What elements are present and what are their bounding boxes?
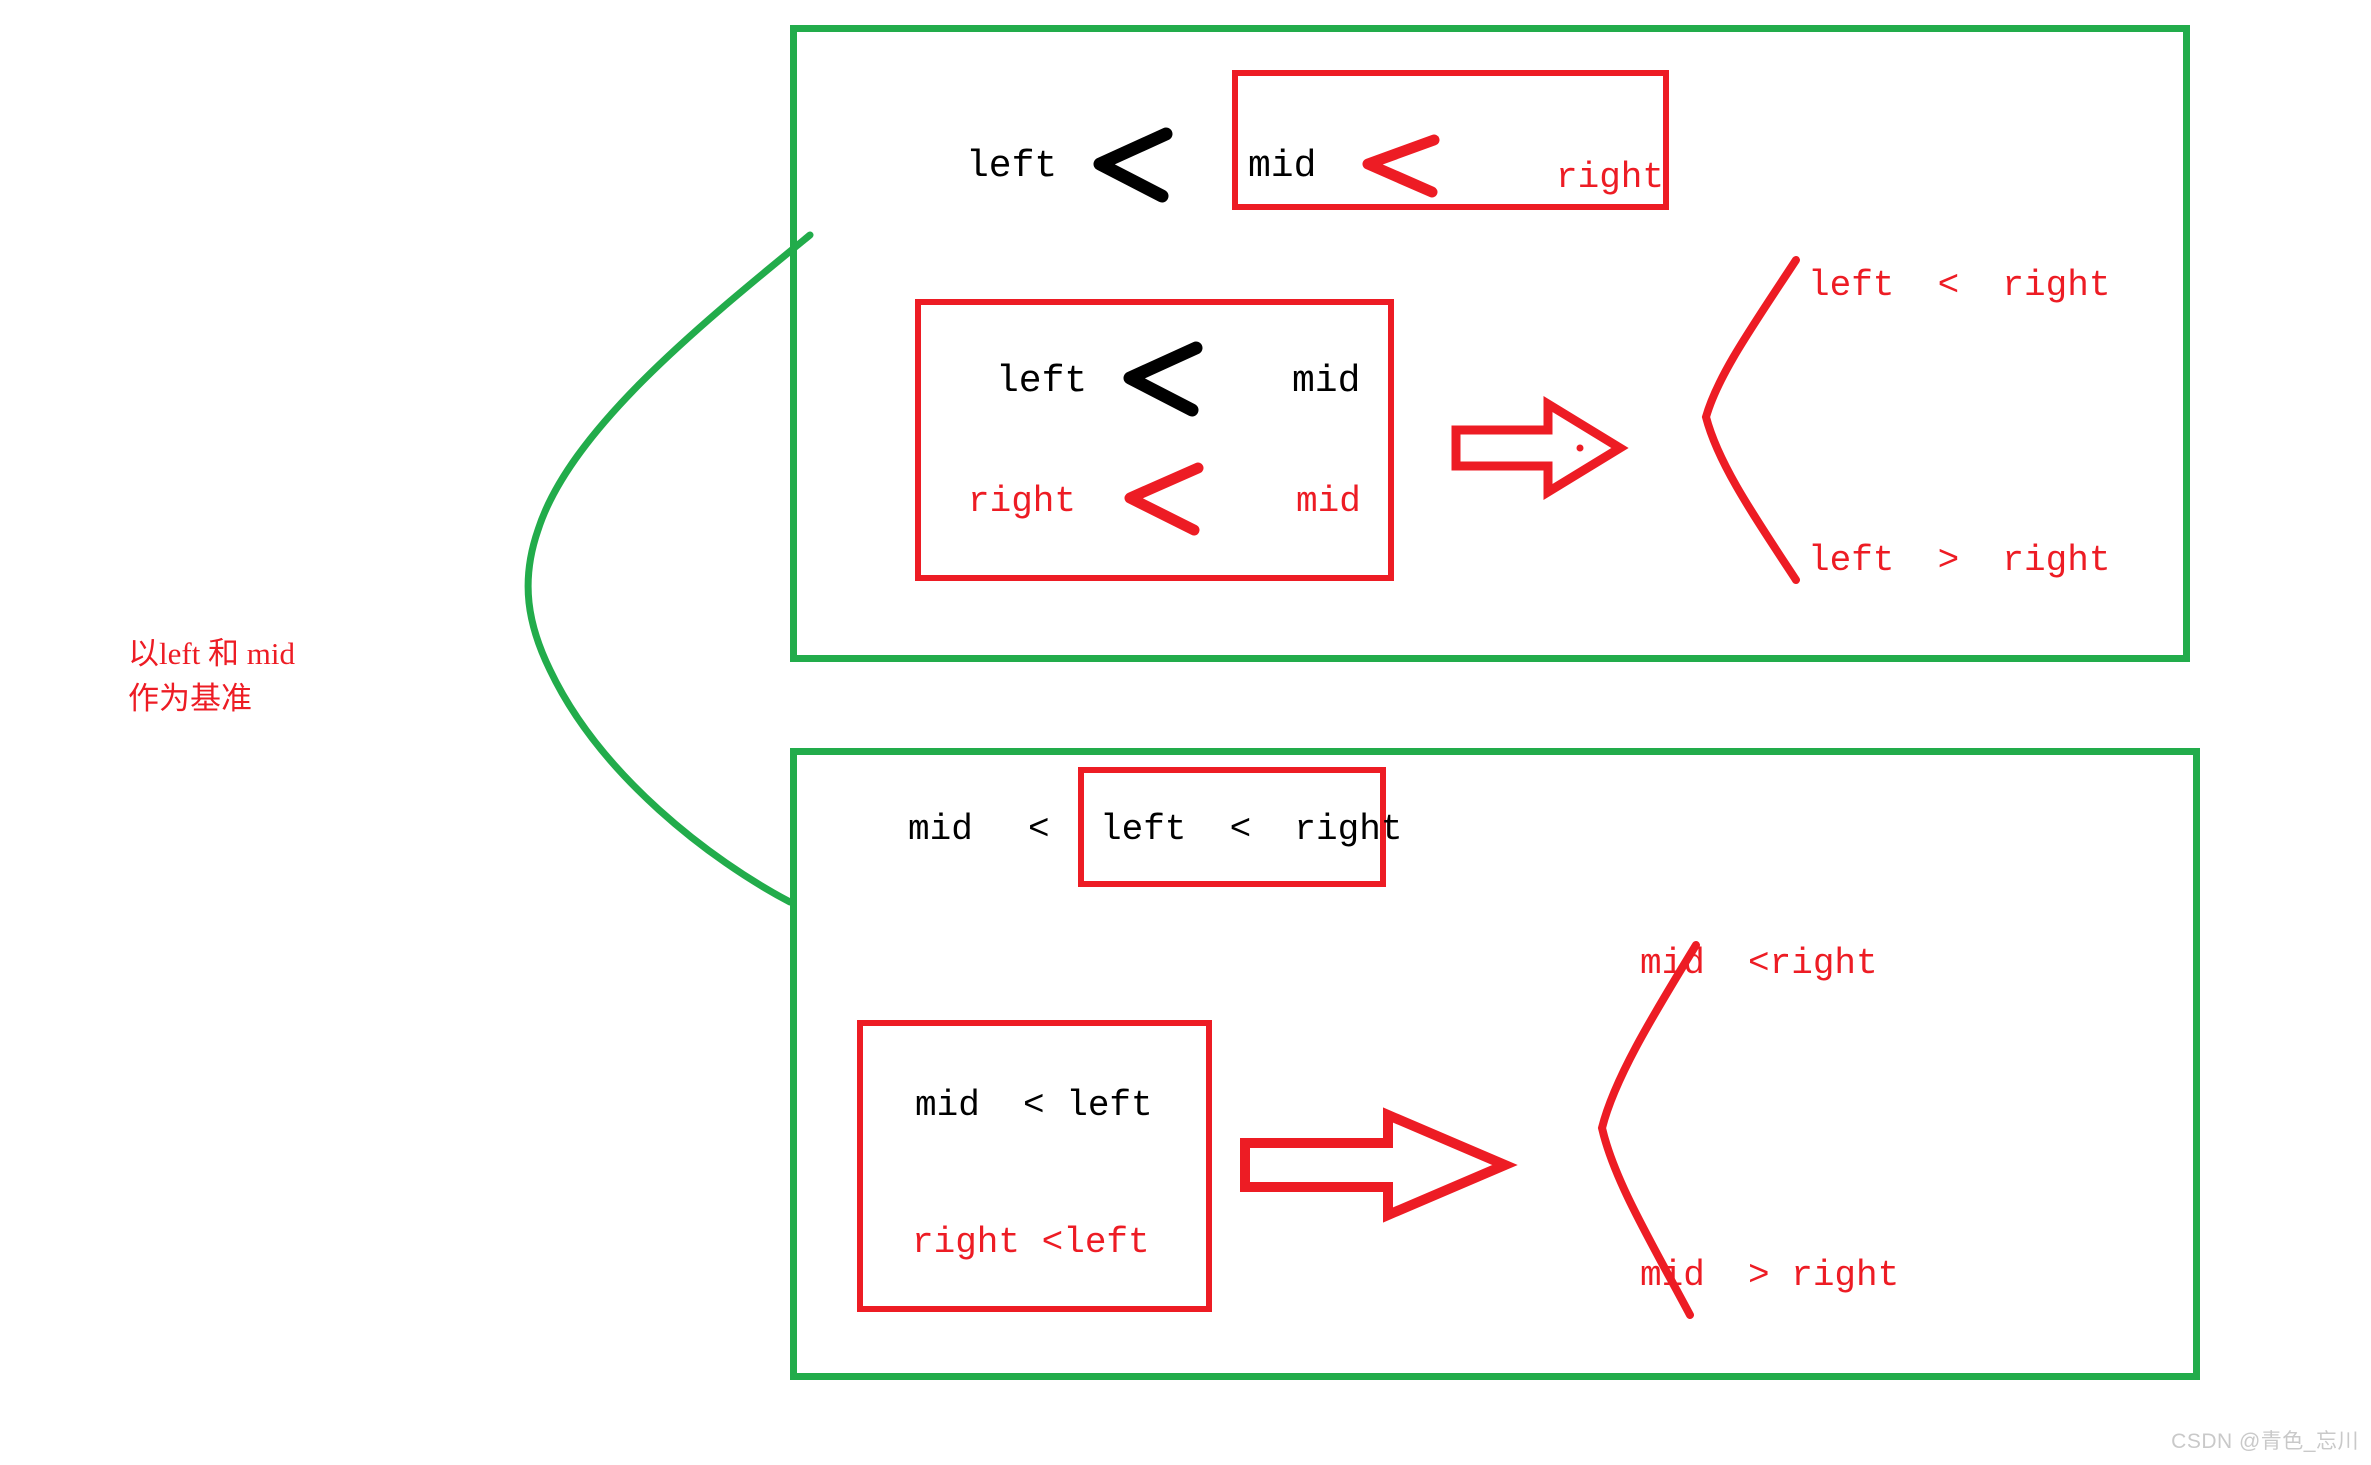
g2-case-row2: right <left [912, 1222, 1150, 1263]
g1-result-brace [1701, 256, 1800, 584]
g2-outcome-top: mid <right [1640, 943, 1878, 984]
g2-outcome-bottom: mid > right [1640, 1255, 1900, 1296]
g1-premise-mid: mid [1248, 145, 1317, 188]
diagram-canvas: 以left 和 mid 作为基准 left mid right left mid… [0, 0, 2371, 1465]
g1-case-row2-a: right [968, 481, 1077, 522]
g2-case-box [857, 1020, 1212, 1312]
g2-premise-op: < [1028, 809, 1050, 850]
g1-outcome-top: left < right [1808, 265, 2111, 306]
g1-implies-arrow-icon [1451, 395, 1629, 501]
basis-caption: 以left 和 mid 作为基准 [128, 636, 296, 716]
g1-premise-right: right [1556, 157, 1665, 198]
g2-case-row1: mid < left [915, 1085, 1153, 1126]
g2-premise-a: mid [908, 809, 973, 850]
g2-implies-arrow-icon [1240, 1107, 1518, 1223]
g1-case-row2-b: mid [1296, 481, 1361, 522]
g1-case-row2-lt-icon [1124, 462, 1204, 536]
g1-premise-lt-icon-black [1093, 127, 1173, 203]
green-connector-brace [524, 231, 814, 906]
g1-case-row1-b: mid [1292, 360, 1361, 403]
g1-premise-left: left [966, 145, 1058, 188]
g1-case-row1-a: left [996, 360, 1088, 403]
g1-outcome-bottom: left > right [1808, 540, 2111, 581]
g1-case-row1-lt-icon [1123, 341, 1203, 417]
csdn-watermark: CSDN @青色_忘川 [2171, 1430, 2359, 1453]
g1-premise-lt-icon-red [1362, 134, 1440, 198]
g2-premise-b: left < right [1100, 809, 1403, 850]
